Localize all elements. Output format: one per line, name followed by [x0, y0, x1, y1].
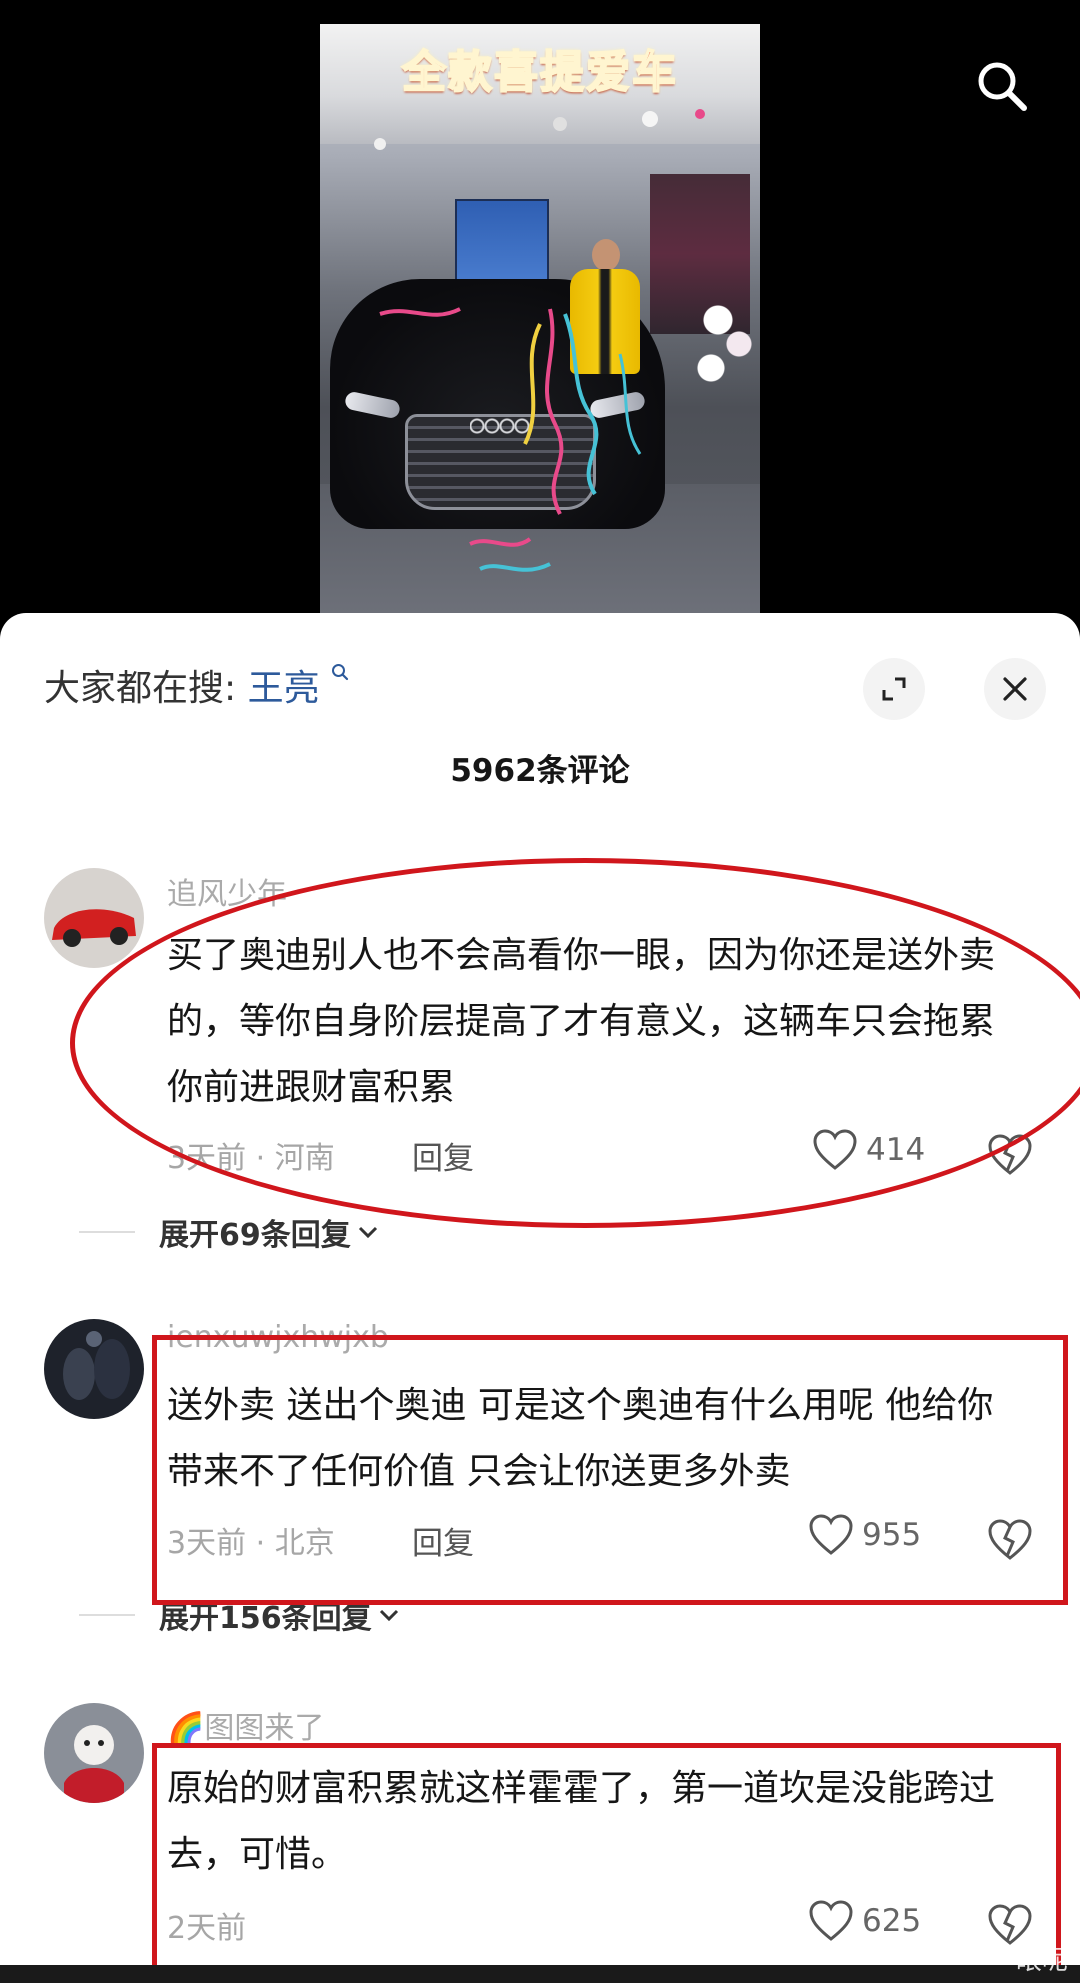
- avatar-image: [44, 1703, 144, 1803]
- avatar-image: [44, 868, 144, 968]
- search-icon: [978, 62, 1027, 111]
- fullscreen-button[interactable]: [863, 658, 925, 720]
- expand-replies[interactable]: 展开69条回复: [159, 1210, 379, 1254]
- avatar[interactable]: [44, 1703, 144, 1803]
- avatar[interactable]: [44, 868, 144, 968]
- comment-username[interactable]: 🌈图图来了: [167, 1703, 324, 1747]
- expand-icon: [882, 677, 906, 701]
- bottom-bar: [0, 1965, 1080, 1983]
- trending-keyword[interactable]: 王亮: [248, 668, 320, 709]
- expand-replies-label: 展开69条回复: [159, 1218, 351, 1253]
- trending-search[interactable]: 大家都在搜: 王亮: [44, 659, 349, 711]
- search-button[interactable]: [970, 54, 1034, 118]
- comment-count: 5962条评论: [450, 753, 630, 789]
- avatar-image: [44, 1319, 144, 1419]
- annotation-box: [152, 1335, 1068, 1605]
- annotation-oval: [70, 858, 1080, 1228]
- avatar[interactable]: [44, 1319, 144, 1419]
- trending-label: 大家都在搜:: [44, 668, 237, 709]
- video-frame[interactable]: 全款喜提爱车: [320, 24, 760, 614]
- close-button[interactable]: [984, 658, 1046, 720]
- small-search-icon: [332, 664, 349, 681]
- annotation-box: [152, 1743, 1061, 1977]
- close-icon: [1003, 677, 1027, 701]
- watermark: 一眼呢: [989, 1946, 1068, 1976]
- confetti-streamers: [374, 109, 705, 572]
- video-title: 全款喜提爱车: [401, 46, 678, 99]
- chevron-down-icon: [379, 1609, 398, 1622]
- chevron-down-icon: [358, 1226, 377, 1239]
